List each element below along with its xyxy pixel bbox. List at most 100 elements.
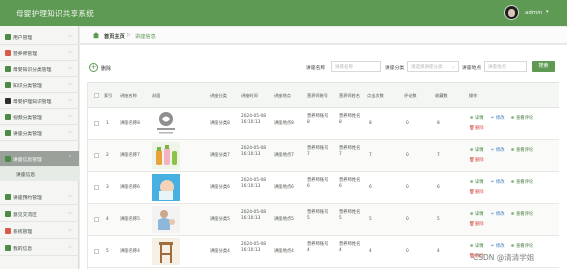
row-checkbox[interactable] [94, 153, 99, 158]
cell-clicks: 4 [369, 249, 372, 254]
cell-name: 讲座名称4 [120, 249, 140, 254]
column-header: 讲座名称 [120, 93, 137, 98]
trash-icon: 🗑 [469, 190, 475, 195]
chevron-down-icon: ⌵ [68, 33, 72, 39]
cover-image [152, 110, 180, 137]
sidebar-item-feedback[interactable]: 意见交流区 ⌵ [0, 206, 79, 222]
search-button[interactable]: 搜索 [532, 61, 555, 72]
sidebar-item-label: 母婴知识分类管理 [13, 68, 52, 73]
sidebar-item-label: 我的信息 [13, 247, 33, 252]
edit-button[interactable]: ✂ 修改 [490, 211, 505, 217]
search-icon: ⊕ [469, 180, 474, 185]
video-icon [5, 114, 11, 120]
cell-nutritionist: 营养师姓名4 [339, 242, 361, 253]
sidebar-item-care-knowledge[interactable]: 母婴护理知识管理 ⌵ [0, 93, 79, 109]
cover-image [152, 142, 180, 169]
cell-location: 讲座地点4 [274, 249, 294, 254]
plus-circle-icon: + [89, 63, 98, 72]
sidebar-item-users[interactable]: 用户管理 ⌵ [0, 29, 79, 45]
cell-clicks: 7 [369, 153, 372, 158]
row-checkbox[interactable] [94, 217, 99, 222]
select-all-checkbox[interactable] [94, 93, 99, 98]
edit-button[interactable]: ✂ 修改 [490, 243, 505, 249]
name-search-input[interactable]: 讲座名称 [331, 61, 381, 72]
edit-button[interactable]: ✂ 修改 [490, 147, 505, 153]
edit-button[interactable]: ✂ 修改 [490, 179, 505, 185]
delete-row-button[interactable]: 🗑删除 [469, 221, 484, 227]
row-checkbox[interactable] [94, 185, 99, 190]
column-header: 讲座分类 [210, 93, 227, 98]
table-row: 2 讲座名称7 讲座分类7 2024-05-08 16:10:13 讲座地点7 … [88, 140, 559, 172]
cell-name: 讲座名称8 [120, 121, 140, 126]
cell-name: 讲座名称5 [120, 217, 140, 222]
home-icon[interactable] [92, 31, 100, 39]
cell-location: 讲座地点6 [274, 185, 294, 190]
chevron-down-icon: ⌵ [451, 65, 455, 70]
column-header: 讲座时间 [241, 93, 258, 98]
view-comments-button[interactable]: ⊕ 查看评论 [510, 115, 534, 121]
calendar-icon [5, 194, 11, 200]
sidebar-item-system[interactable]: 系统管理 ⌵ [0, 223, 79, 239]
breadcrumb: 首页主页 ▷ 讲座信息 [80, 27, 567, 44]
detail-button[interactable]: ⊕ 详情 [469, 243, 484, 249]
sidebar-item-category[interactable]: 知识分类管理 ⌵ [0, 77, 79, 93]
top-header: 母婴护理知识共享系统 admin ▾ [0, 0, 567, 26]
delete-row-button[interactable]: 🗑删除 [469, 125, 484, 131]
view-comments-button[interactable]: ⊕ 查看评论 [510, 147, 534, 153]
view-comments-button[interactable]: ⊕ 查看评论 [510, 243, 534, 249]
trash-icon: 🗑 [469, 222, 475, 227]
view-comments-button[interactable]: ⊕ 查看评论 [510, 179, 534, 185]
chevron-down-icon[interactable]: ▾ [546, 9, 549, 15]
main-content: + 删除 讲座名称 讲座名称 讲座分类 请选择讲座分类 ⌵ 讲座地点 讲座地点 … [80, 45, 567, 269]
user-name[interactable]: admin [525, 10, 542, 16]
cell-favorites: 5 [437, 217, 440, 222]
cell-time: 2024-05-08 16:10:13 [241, 242, 266, 253]
detail-button[interactable]: ⊕ 详情 [469, 115, 484, 121]
cell-name: 讲座名称6 [120, 185, 140, 190]
trash-icon: 🗑 [469, 158, 475, 163]
sidebar-item-lecture-info[interactable]: 讲座信息管理 ⌃ [0, 151, 79, 167]
sidebar-item-nutritionists[interactable]: 营养师管理 ⌵ [0, 45, 79, 61]
cell-nutritionist: 营养师姓名6 [339, 178, 361, 189]
sidebar-item-video-category[interactable]: 视频分类管理 ⌵ [0, 109, 79, 125]
cover-image [152, 174, 180, 201]
column-header: 点击次数 [367, 93, 384, 98]
column-header: 评论数 [404, 93, 417, 98]
location-search-input[interactable]: 讲座地点 [484, 61, 527, 72]
avatar[interactable] [504, 5, 519, 20]
watermark: CSDN @清清学姐 [473, 253, 535, 262]
cell-nutritionist: 营养师姓名7 [339, 146, 361, 157]
breadcrumb-home[interactable]: 首页主页 [104, 33, 125, 40]
sidebar-item-my-info[interactable]: 我的信息 ⌵ [0, 240, 79, 256]
folder-icon [5, 66, 11, 72]
column-header: 营养师姓名 [339, 93, 360, 98]
sidebar-item-lecture-booking[interactable]: 讲座预约管理 ⌵ [0, 189, 79, 205]
view-comments-button[interactable]: ⊕ 查看评论 [510, 211, 534, 217]
detail-button[interactable]: ⊕ 详情 [469, 179, 484, 185]
sidebar-item-lecture-category[interactable]: 讲座分类管理 ⌵ [0, 125, 79, 141]
detail-button[interactable]: ⊕ 详情 [469, 147, 484, 153]
row-checkbox[interactable] [94, 249, 99, 254]
delete-row-button[interactable]: 🗑删除 [469, 189, 484, 195]
sidebar-item-label: 视频分类管理 [13, 116, 42, 121]
edit-icon: ✂ [490, 148, 495, 153]
detail-button[interactable]: ⊕ 详情 [469, 211, 484, 217]
cell-category: 讲座分类8 [210, 121, 230, 126]
cell-category: 讲座分类7 [210, 153, 230, 158]
delete-row-button[interactable]: 🗑删除 [469, 157, 484, 163]
cell-account: 营养师账号6 [307, 178, 329, 189]
chevron-down-icon: ⌵ [68, 244, 72, 250]
edit-button[interactable]: ✂ 修改 [490, 115, 505, 121]
chevron-down-icon: ⌵ [68, 227, 72, 233]
chevron-down-icon: ⌵ [68, 65, 72, 71]
delete-button[interactable]: + 删除 [88, 62, 118, 73]
category-select[interactable]: 请选择讲座分类 ⌵ [407, 61, 459, 72]
sidebar-subitem-lecture-info[interactable]: 讲座信息 [0, 167, 79, 181]
sidebar-item-label: 讲座信息管理 [13, 158, 42, 163]
lecture-table: 索引 讲座名称 封面 讲座分类 讲座时间 讲座地点 营养师账号 营养师姓名 点击… [87, 82, 559, 269]
comment-icon: ⊕ [510, 148, 515, 153]
row-checkbox[interactable] [94, 121, 99, 126]
comment-icon: ⊕ [510, 116, 515, 121]
sidebar-item-knowledge-category[interactable]: 母婴知识分类管理 ⌵ [0, 61, 79, 77]
chevron-down-icon: ⌵ [68, 129, 72, 135]
